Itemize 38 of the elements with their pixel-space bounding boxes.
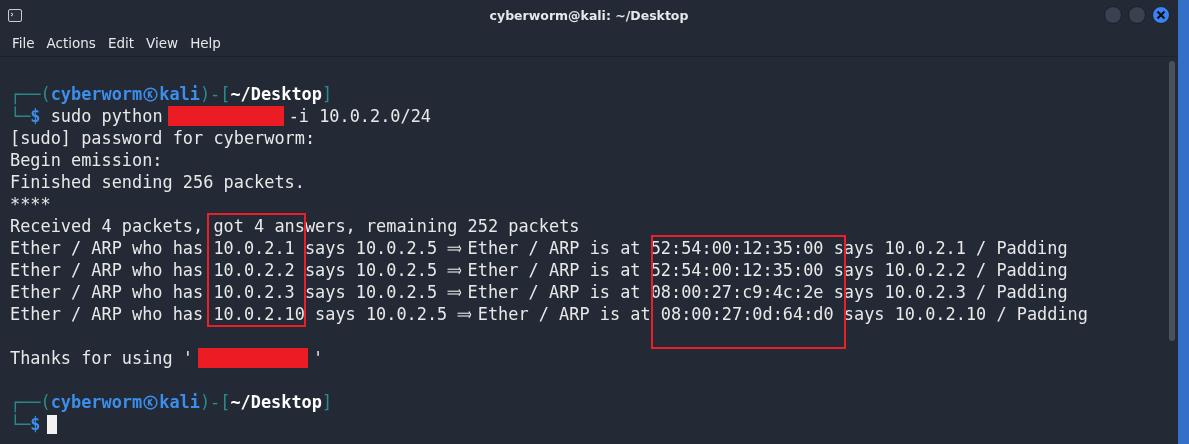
- prompt-user: cyberworm: [50, 83, 143, 105]
- prompt-frame: )-[: [199, 391, 231, 413]
- prompt-user: cyberworm: [50, 391, 143, 413]
- command-text: sudo python: [50, 105, 163, 127]
- output-line: Ether / ARP who has 10.0.2.10 says 10.0.2.5 ⟹ Ether / ARP is at 08:00:27:0d:64:d0 says 10.0.2.10 / Padding: [10, 303, 1088, 325]
- prompt-directory: ~/Desktop: [230, 83, 322, 105]
- prompt-symbol: $: [30, 105, 41, 127]
- prompt-frame: └─: [10, 413, 31, 435]
- command-text: -i 10.0.2.0/24: [288, 105, 431, 127]
- prompt-host: kali: [159, 83, 200, 105]
- prompt-frame: ]: [321, 83, 333, 105]
- kali-prompt-icon: [143, 394, 159, 410]
- prompt-frame: ┌──(: [10, 83, 51, 105]
- terminal-icon: [8, 8, 22, 22]
- output-line: Finished sending 256 packets.: [10, 171, 305, 193]
- menu-item[interactable]: Actions: [40, 33, 102, 53]
- prompt-frame: ┌──(: [10, 391, 51, 413]
- prompt-frame: )-[: [199, 83, 231, 105]
- menu-item[interactable]: Help: [184, 33, 227, 53]
- prompt-host: kali: [159, 391, 200, 413]
- command-text: ': [313, 347, 324, 369]
- prompt-directory: ~/Desktop: [230, 391, 322, 413]
- maximize-button[interactable]: [1128, 6, 1146, 24]
- prompt-frame: ]: [321, 391, 333, 413]
- minimize-button[interactable]: [1104, 6, 1122, 24]
- menu-item[interactable]: View: [140, 33, 185, 53]
- command-text: Thanks for using ': [10, 347, 194, 369]
- menu-item[interactable]: Edit: [101, 33, 141, 53]
- output-line: Begin emission:: [10, 149, 163, 171]
- kali-prompt-icon: [143, 86, 159, 102]
- output-line: [sudo] password for cyberworm:: [10, 127, 316, 149]
- prompt-symbol: $: [30, 413, 41, 435]
- output-line: ****: [10, 193, 51, 215]
- prompt-frame: └─: [10, 105, 31, 127]
- menu-item[interactable]: File: [6, 33, 41, 53]
- close-icon: [1156, 10, 1166, 20]
- window-title: cyberworm@kali: ~/Desktop: [489, 7, 689, 23]
- close-button[interactable]: [1152, 6, 1170, 24]
